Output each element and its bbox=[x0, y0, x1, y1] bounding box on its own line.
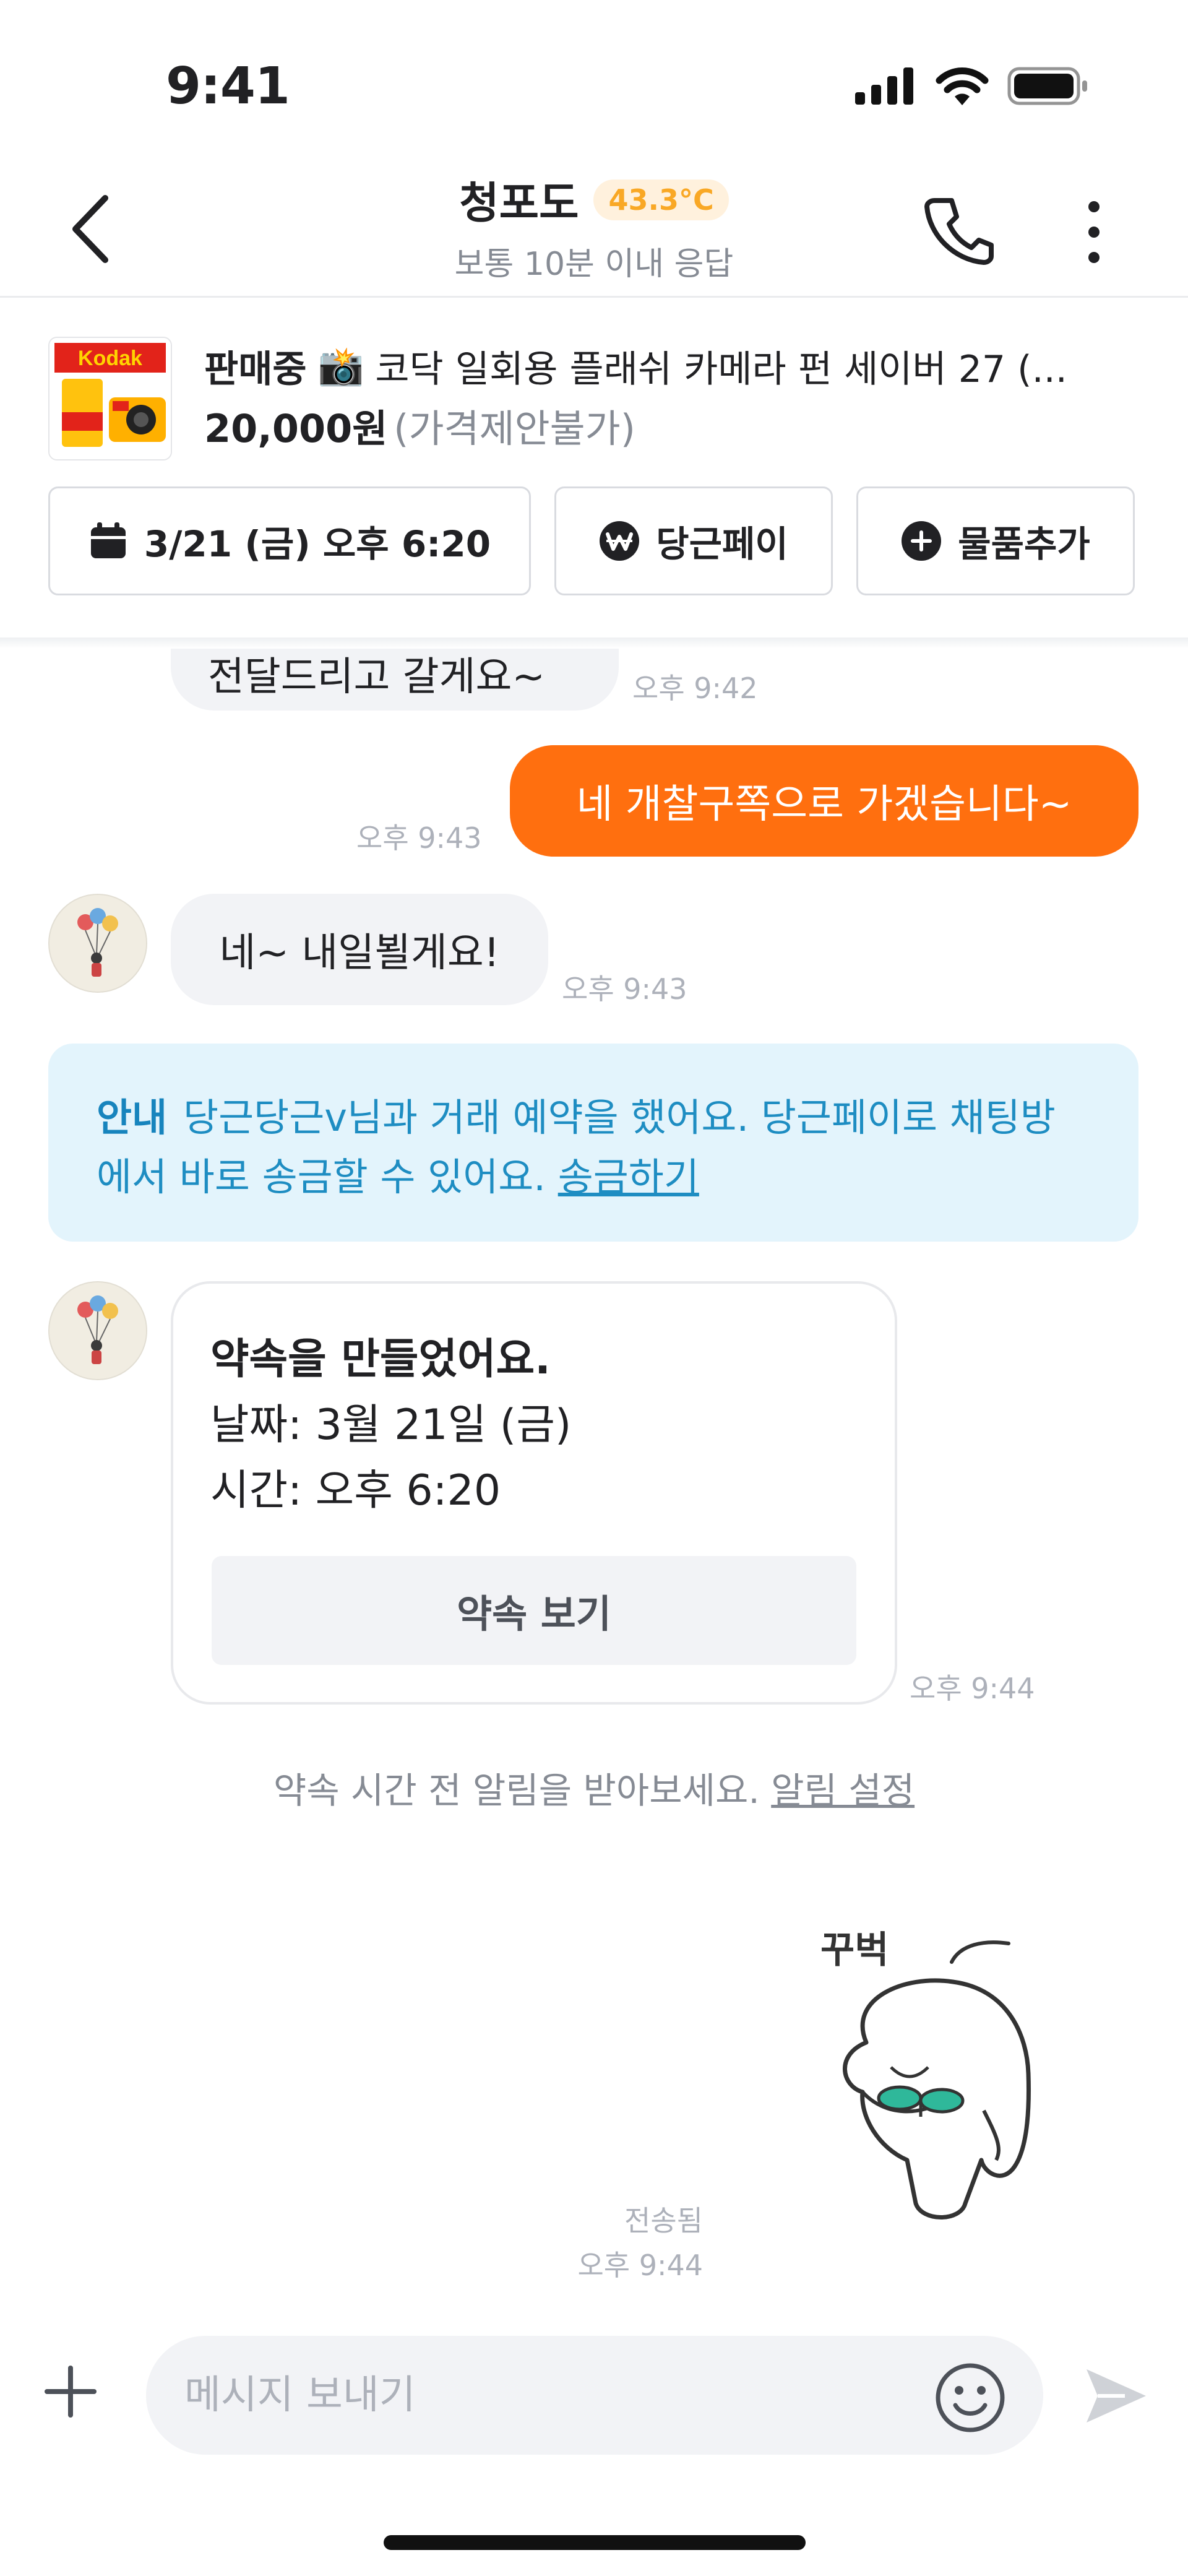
view-appointment-button[interactable]: 약속 보기 bbox=[212, 1556, 856, 1665]
chat-header-title: 청포도 43.3°C bbox=[0, 168, 1188, 231]
reminder-prompt: 약속 시간 전 알림을 받아보세요. 알림 설정 bbox=[0, 1761, 1188, 1813]
alarm-settings-link[interactable]: 알림 설정 bbox=[771, 1770, 915, 1812]
bow-sticker: 꾸벅 bbox=[798, 1913, 1070, 2234]
product-price-row: 20,000원 (가격제안불가) bbox=[204, 397, 635, 453]
product-price: 20,000원 bbox=[204, 406, 388, 451]
message-timestamp: 오후 9:43 bbox=[562, 972, 687, 1006]
message-timestamp: 오후 9:42 bbox=[632, 672, 758, 705]
calendar-icon bbox=[90, 522, 126, 558]
header-divider bbox=[0, 296, 1188, 298]
pay-button[interactable]: 당근페이 bbox=[554, 486, 833, 595]
schedule-label: 3/21 (금) 오후 6:20 bbox=[144, 523, 491, 565]
incoming-message-bubble: 네~ 내일뵐게요! bbox=[171, 894, 548, 1005]
schedule-button[interactable]: 3/21 (금) 오후 6:20 bbox=[48, 486, 531, 595]
message-timestamp: 오후 9:44 bbox=[910, 1672, 1035, 1705]
more-options-icon[interactable] bbox=[1075, 198, 1113, 266]
outgoing-message-bubble: 네 개찰구쪽으로 가겠습니다~ bbox=[510, 745, 1138, 857]
notice-label: 안내 bbox=[97, 1095, 168, 1140]
message-timestamp: 오후 9:43 bbox=[356, 821, 482, 855]
product-title: 코닥 일회용 플래쉬 카메라 펀 세이버 27 (... bbox=[375, 348, 1067, 391]
appointment-title: 약속을 만들었어요. bbox=[210, 1335, 551, 1384]
wifi-icon bbox=[936, 67, 989, 105]
sent-status: 전송됨 bbox=[624, 2204, 703, 2237]
message-input[interactable] bbox=[146, 2336, 1043, 2455]
appointment-date: 날짜: 3월 21일 (금) bbox=[210, 1401, 572, 1450]
status-time: 9:41 bbox=[166, 57, 290, 116]
manner-temperature-badge: 43.3°C bbox=[593, 179, 729, 220]
pay-label: 당근페이 bbox=[656, 523, 788, 565]
appointment-time: 시간: 오후 6:20 bbox=[210, 1466, 501, 1515]
avatar-illustration bbox=[50, 895, 146, 992]
add-item-button[interactable]: 물품추가 bbox=[856, 486, 1135, 595]
price-negotiation: (가격제안불가) bbox=[394, 406, 635, 451]
camera-emoji-icon: 📸 bbox=[317, 345, 364, 388]
send-money-link[interactable]: 송금하기 bbox=[558, 1154, 699, 1199]
battery-icon bbox=[1007, 67, 1087, 105]
message-timestamp: 오후 9:44 bbox=[577, 2249, 703, 2282]
reminder-text: 약속 시간 전 알림을 받아보세요. bbox=[273, 1770, 760, 1812]
add-item-label: 물품추가 bbox=[958, 523, 1090, 565]
product-thumbnail[interactable]: Kodak bbox=[48, 337, 172, 460]
avatar-illustration bbox=[50, 1282, 146, 1379]
won-pay-icon bbox=[600, 521, 640, 561]
status-icons bbox=[855, 67, 1089, 105]
plus-circle-icon bbox=[902, 521, 942, 561]
attach-plus-icon[interactable] bbox=[40, 2361, 101, 2423]
partner-name: 청포도 bbox=[459, 178, 579, 228]
signal-icon bbox=[855, 67, 913, 105]
kodak-logo: Kodak bbox=[78, 347, 142, 370]
product-title-row[interactable]: 판매중 📸 코닥 일회용 플래쉬 카메라 펀 세이버 27 (... bbox=[204, 339, 1067, 393]
clipped-message-wrap: 전달드리고 갈게요~ bbox=[171, 649, 619, 711]
product-section-divider bbox=[0, 638, 1188, 649]
product-status: 판매중 bbox=[204, 348, 307, 391]
bowing-character-icon bbox=[843, 1940, 1031, 2219]
partner-avatar[interactable] bbox=[48, 1281, 147, 1380]
camera-product-image: Kodak bbox=[50, 338, 171, 459]
send-icon[interactable] bbox=[1082, 2362, 1150, 2430]
system-notice: 안내 당근당근v님과 거래 예약을 했어요. 당근페이로 채팅방에서 바로 송금할… bbox=[48, 1044, 1138, 1242]
partner-avatar[interactable] bbox=[48, 894, 147, 993]
emoji-icon[interactable] bbox=[934, 2362, 1006, 2434]
phone-icon[interactable] bbox=[922, 192, 996, 266]
incoming-message-bubble: 전달드리고 갈게요~ bbox=[171, 649, 619, 711]
response-time: 보통 10분 이내 응답 bbox=[454, 246, 734, 283]
home-indicator[interactable] bbox=[384, 2535, 806, 2550]
